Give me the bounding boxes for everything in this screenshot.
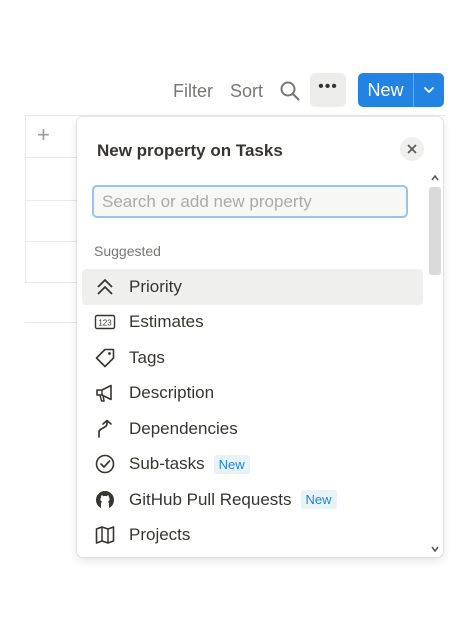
property-item-label: GitHub Pull Requests: [129, 489, 292, 509]
close-button[interactable]: [400, 137, 424, 161]
scroll-down-arrow-icon[interactable]: [430, 544, 440, 554]
property-item-label: Estimates: [129, 312, 204, 332]
property-item-priority[interactable]: Priority: [82, 269, 423, 305]
table-row-divider: [25, 200, 85, 201]
property-item-label: Description: [129, 383, 215, 403]
github-icon: [94, 489, 116, 511]
svg-text:123: 123: [98, 319, 112, 328]
property-item-projects[interactable]: Projects: [82, 518, 423, 554]
new-property-popup: New property on Tasks Suggested Priority…: [77, 117, 443, 557]
new-dropdown-button[interactable]: [414, 73, 444, 107]
property-item-github-pull-requests[interactable]: GitHub Pull Requests New: [82, 482, 423, 518]
popup-title: New property on Tasks: [97, 141, 283, 160]
property-item-estimates[interactable]: 123 Estimates: [82, 305, 423, 341]
table-row-divider: [25, 282, 85, 283]
property-list: Priority 123 Estimates Tags Description …: [82, 269, 423, 553]
check-circle-icon: [94, 453, 116, 475]
scrollbar-thumb[interactable]: [429, 187, 441, 275]
dependency-arrow-icon: [94, 418, 116, 440]
new-badge: New: [213, 454, 250, 474]
property-item-label: Projects: [129, 525, 191, 545]
megaphone-icon: [94, 382, 116, 404]
add-column-plus-icon[interactable]: +: [37, 124, 50, 146]
property-item-sub-tasks[interactable]: Sub-tasks New: [82, 447, 423, 483]
table-row-divider: [25, 157, 85, 158]
table-row-divider: [25, 241, 85, 242]
more-horizontal-icon: •••: [318, 78, 338, 95]
property-item-label: Sub-tasks: [129, 454, 205, 474]
property-item-label: Tags: [129, 347, 165, 367]
table-left-border: [25, 115, 26, 283]
number-123-icon: 123: [94, 311, 116, 333]
property-search-input[interactable]: [92, 185, 408, 218]
property-item-label: Priority: [129, 276, 182, 296]
property-item-tags[interactable]: Tags: [82, 340, 423, 376]
chevron-down-icon: [424, 87, 434, 93]
property-item-dependencies[interactable]: Dependencies: [82, 411, 423, 447]
tag-icon: [94, 347, 116, 369]
double-chevron-up-icon: [94, 276, 116, 298]
filter-button[interactable]: Filter: [173, 80, 213, 102]
map-icon: [94, 524, 116, 546]
property-item-label: Dependencies: [129, 418, 238, 438]
scroll-up-arrow-icon[interactable]: [430, 173, 440, 183]
sort-button[interactable]: Sort: [230, 80, 263, 102]
more-options-button[interactable]: •••: [310, 73, 346, 107]
new-badge: New: [300, 490, 337, 510]
close-icon: [407, 144, 417, 154]
property-item-description[interactable]: Description: [82, 376, 423, 412]
suggested-section-label: Suggested: [94, 243, 161, 259]
new-button[interactable]: New: [358, 73, 413, 107]
table-top-border: [25, 115, 445, 116]
new-button-group: New: [358, 73, 444, 107]
table-row-divider: [25, 322, 80, 323]
search-icon[interactable]: [279, 80, 301, 102]
